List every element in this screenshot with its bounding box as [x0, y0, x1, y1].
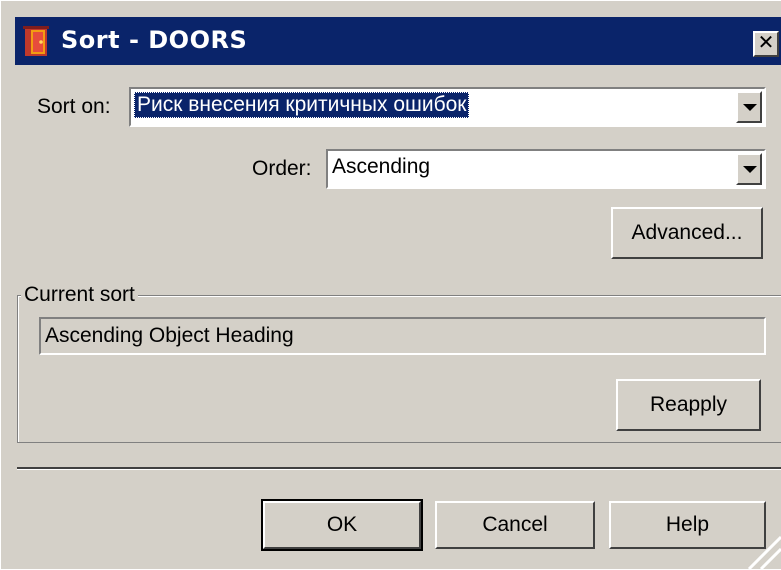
window-title: Sort - DOORS [61, 26, 248, 54]
reapply-button[interactable]: Reapply [616, 379, 761, 431]
order-select[interactable]: Ascending [326, 149, 766, 189]
resize-grip-icon[interactable] [741, 529, 781, 570]
close-icon[interactable]: ✕ [753, 31, 779, 57]
current-sort-label: Current sort [21, 283, 138, 307]
advanced-button[interactable]: Advanced... [611, 207, 763, 259]
doors-app-icon [23, 26, 49, 56]
current-sort-value: Ascending Object Heading [45, 324, 294, 347]
sort-on-select[interactable]: Риск внесения критичных ошибок [129, 87, 766, 127]
ok-button[interactable]: OK [261, 499, 423, 551]
cancel-button[interactable]: Cancel [435, 501, 595, 549]
chevron-down-icon[interactable] [736, 153, 762, 185]
current-sort-field: Ascending Object Heading [39, 317, 766, 355]
separator-highlight [17, 469, 781, 470]
title-bar[interactable]: Sort - DOORS ✕ [15, 17, 781, 65]
sort-on-label: Sort on: [37, 95, 111, 118]
order-value: Ascending [332, 155, 431, 178]
sort-on-value: Риск внесения критичных ошибок [134, 92, 470, 118]
chevron-down-icon[interactable] [736, 91, 762, 123]
order-label: Order: [252, 157, 312, 180]
sort-dialog: Sort - DOORS ✕ Sort on: Риск внесения кр… [0, 0, 781, 570]
